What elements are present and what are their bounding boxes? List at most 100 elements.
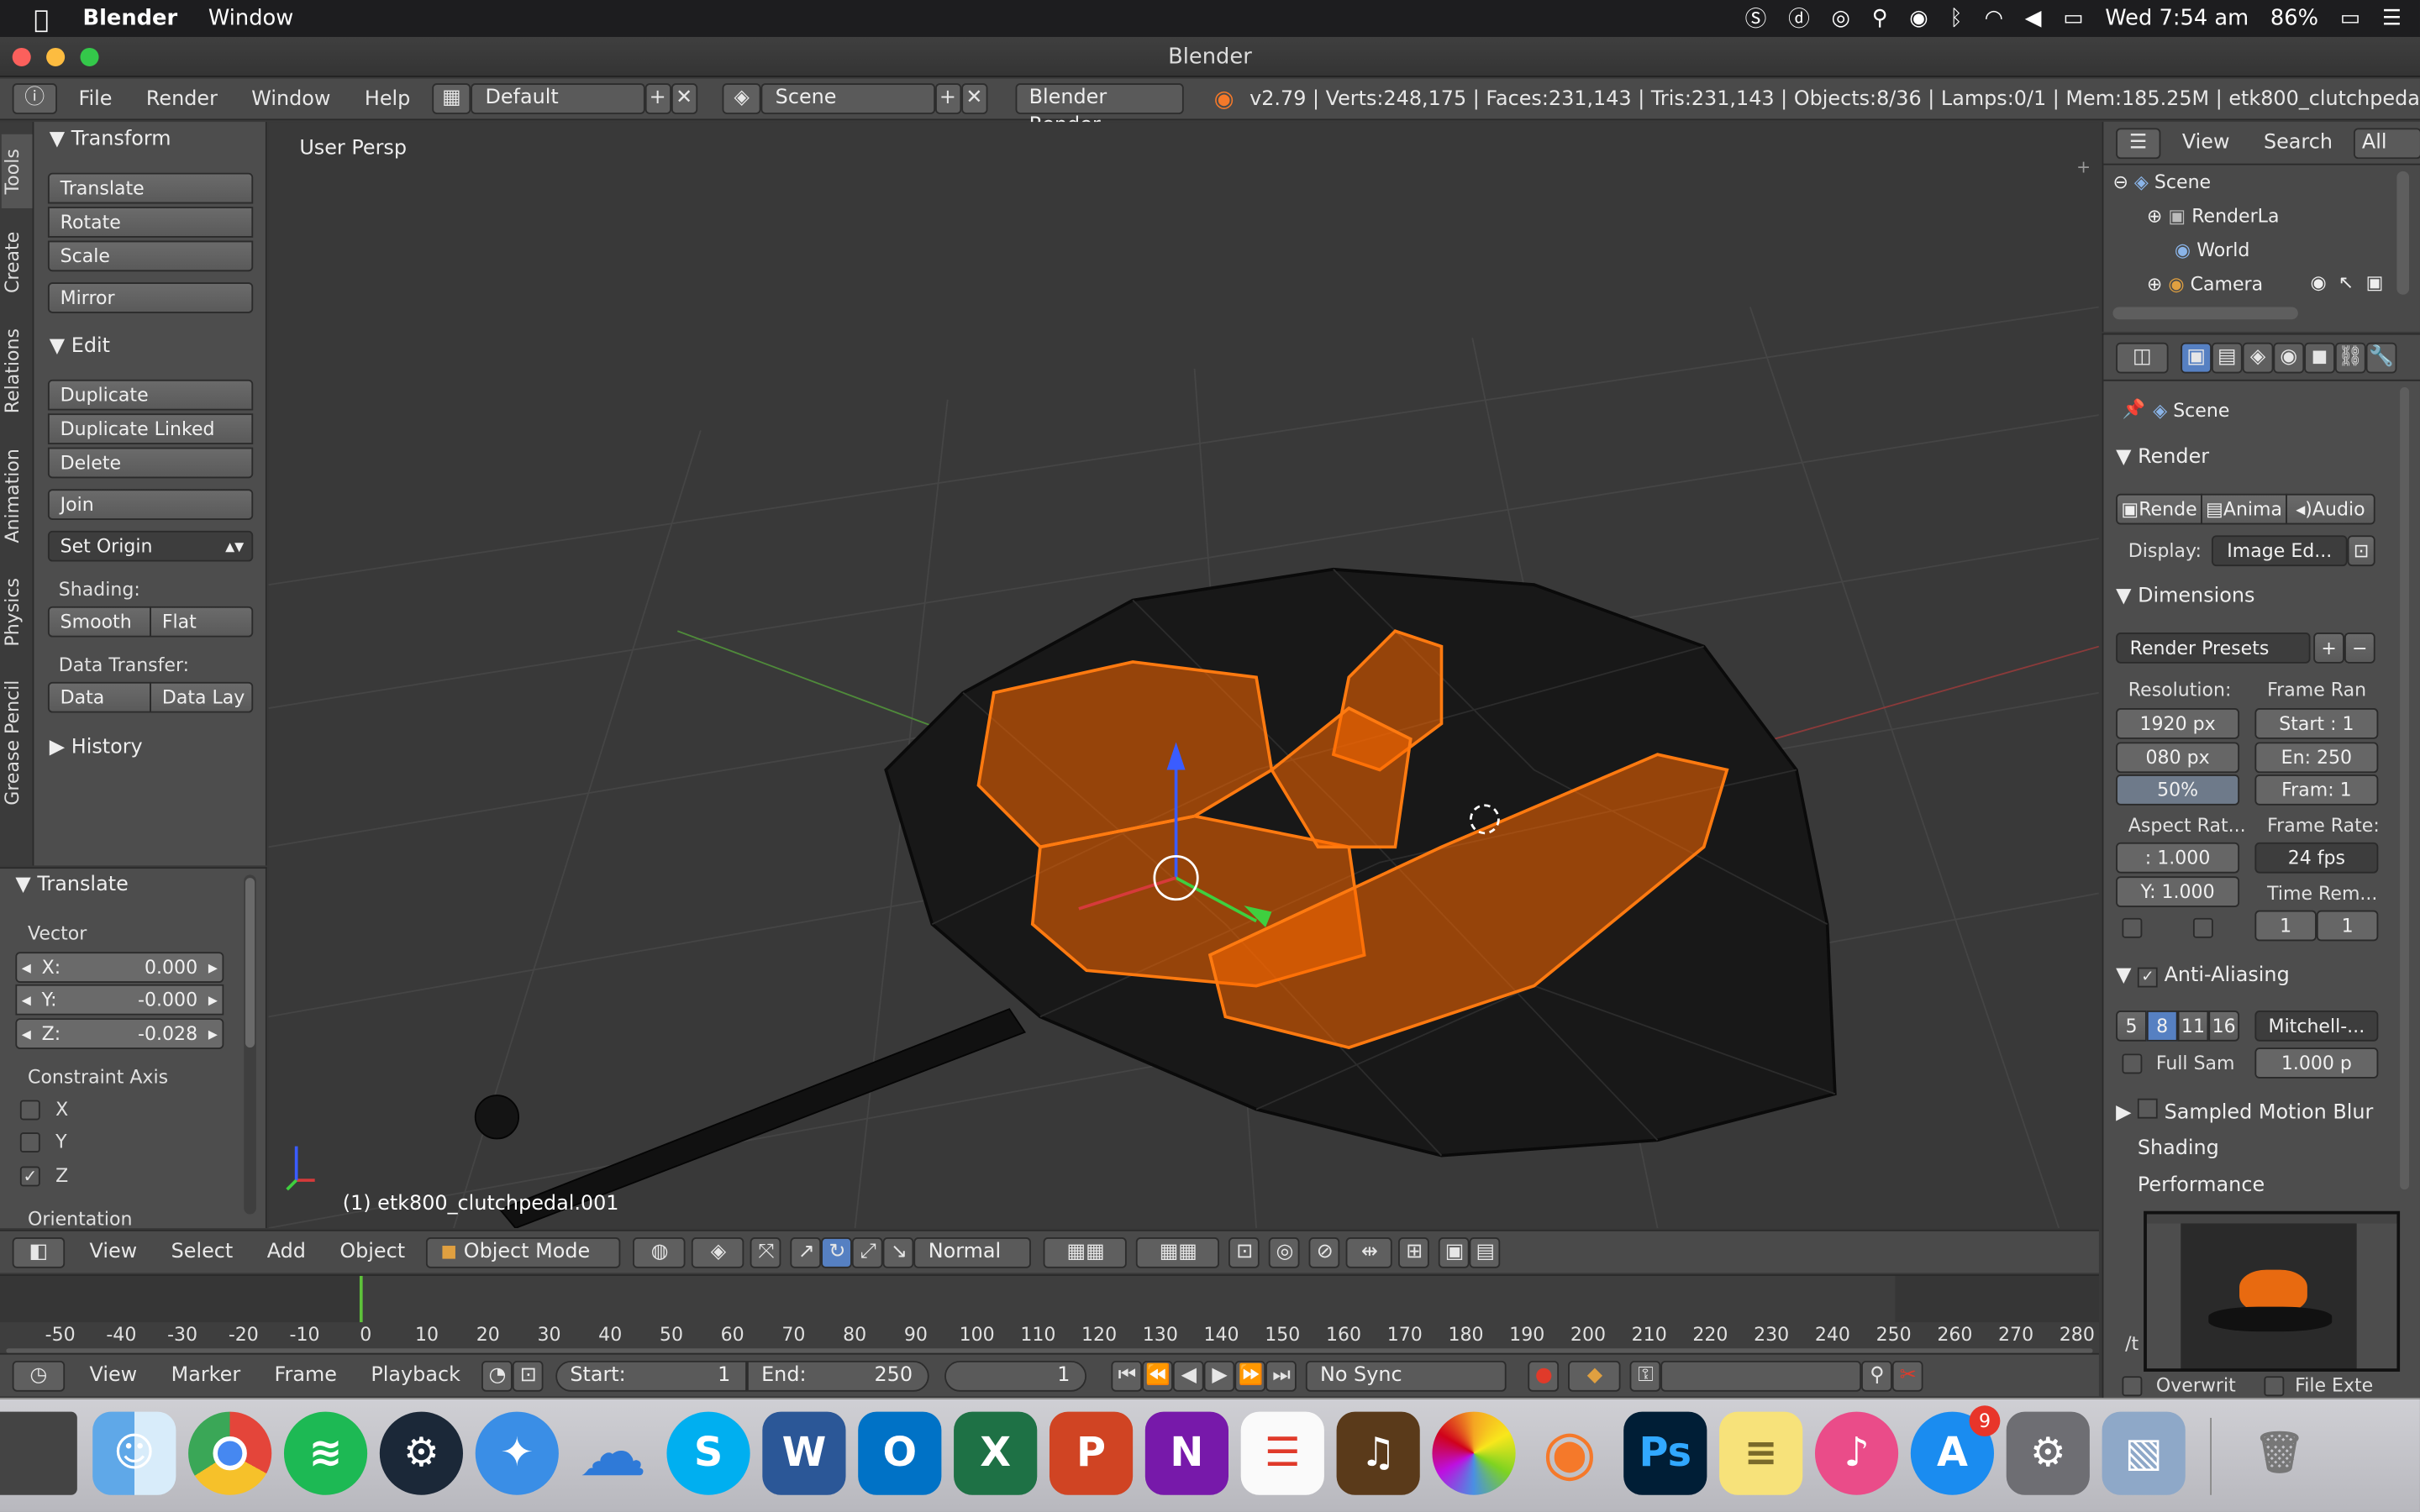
performance-panel-header[interactable]: Performance [2138, 1174, 2265, 1198]
zoom-window-button[interactable] [80, 47, 99, 66]
search-icon[interactable]: ⚲ [1872, 6, 1888, 30]
window-menu[interactable]: Window [208, 6, 293, 30]
battery-percent[interactable]: 86% [2270, 6, 2318, 30]
dimensions-panel-header[interactable]: ▼ Dimensions [2116, 585, 2254, 608]
frame-end-field[interactable]: En: 250 [2254, 742, 2379, 774]
car-body-wireframe[interactable] [884, 567, 1837, 1158]
render-engine-select[interactable]: Blender Render [1015, 83, 1183, 137]
photo-thumbnail-icon[interactable] [0, 1411, 77, 1495]
constraint-z-checkbox[interactable]: ✓ [19, 1166, 40, 1187]
shading-panel-header[interactable]: Shading [2138, 1137, 2219, 1161]
garageband-icon[interactable]: ♫ [1336, 1411, 1420, 1495]
layout-field[interactable]: Default [471, 83, 644, 114]
frame-start-field[interactable]: Start : 1 [2254, 708, 2379, 739]
jump-start-icon[interactable]: ⏮ [1112, 1360, 1143, 1391]
opengl-anim-icon[interactable]: ▤ [1470, 1236, 1502, 1268]
operator-title[interactable]: ▼ Translate [15, 874, 128, 897]
outliner-item-world[interactable]: ◉ World [2175, 239, 2249, 261]
onedrive-icon[interactable]: ☁ [571, 1412, 655, 1495]
start-frame-field[interactable]: Start: 1 [555, 1360, 748, 1391]
vector-z-field[interactable]: ◂ Z: -0.028 ▸ [15, 1018, 224, 1049]
border-checkbox[interactable] [2122, 917, 2143, 938]
full-sample-checkbox[interactable] [2122, 1053, 2143, 1074]
file-extensions-checkbox[interactable] [2264, 1376, 2285, 1397]
play-reverse-icon[interactable]: ◀ [1173, 1360, 1205, 1391]
insert-keyframe-icon[interactable]: ⚲ [1861, 1360, 1893, 1391]
notes-icon[interactable]: ≡ [1719, 1411, 1803, 1495]
clock[interactable]: Wed 7:54 am [2105, 6, 2249, 30]
layers-grid-2[interactable]: ▦▦ [1136, 1236, 1220, 1268]
snap-toggle-icon[interactable]: ⊘ [1309, 1236, 1341, 1268]
mode-select[interactable]: ◼ Object Mode [426, 1236, 622, 1268]
outliner-item-scene[interactable]: ⊖ ◈ Scene [2112, 171, 2211, 193]
add-scene-button[interactable]: + [934, 83, 961, 114]
add-preset-button[interactable]: + [2313, 633, 2344, 664]
view3d-editor-icon[interactable]: ◧ [12, 1236, 66, 1268]
output-path-field[interactable]: /t [2125, 1333, 2139, 1355]
resolution-y-field[interactable]: 080 px [2116, 742, 2240, 774]
spotify-icon[interactable]: ≋ [283, 1411, 368, 1495]
duplicate-button[interactable]: Duplicate [47, 379, 254, 411]
notifications-icon[interactable]: ☰ [2382, 6, 2402, 30]
outliner-item-camera[interactable]: ⊕ ◉ Camera [2147, 273, 2263, 295]
preview-icon[interactable]: ▧ [2102, 1411, 2186, 1495]
battery-icon[interactable]: ▭ [2340, 6, 2360, 30]
timeline-menu-playback[interactable]: Playback [371, 1364, 460, 1388]
view3d-menu-select[interactable]: Select [171, 1241, 234, 1264]
transform-panel-header[interactable]: ▼ Transform [50, 128, 171, 151]
duplicate-linked-button[interactable]: Duplicate Linked [47, 413, 254, 444]
current-frame-marker[interactable] [359, 1275, 363, 1323]
keying-set-field[interactable] [1660, 1360, 1862, 1391]
constraint-x-checkbox[interactable] [19, 1100, 40, 1121]
time-remap-old-field[interactable]: 1 [2254, 910, 2317, 942]
render-presets-select[interactable]: Render Presets [2116, 633, 2311, 664]
word-icon[interactable]: W [762, 1411, 846, 1495]
modifiers-context-icon[interactable]: 🔧 [2365, 341, 2397, 373]
lock-frame-icon[interactable]: ⊡ [513, 1360, 544, 1391]
world-context-icon[interactable]: ◉ [2273, 341, 2305, 373]
flat-button[interactable]: Flat [150, 606, 254, 638]
display-lock-icon[interactable]: ⊡ [2347, 535, 2375, 567]
flag-icon[interactable]: ▭ [2063, 6, 2083, 30]
remove-scene-button[interactable]: ✕ [960, 83, 988, 114]
render-context-icon[interactable]: ▣ [2181, 341, 2212, 373]
render-animation-button[interactable]: ▤Anima [2201, 493, 2287, 525]
render-panel-header[interactable]: ▼ Render [2116, 446, 2209, 470]
overwrite-checkbox[interactable] [2122, 1376, 2143, 1397]
outliner-item-renderlayers[interactable]: ⊕ ▣ RenderLa [2147, 205, 2280, 227]
close-window-button[interactable] [12, 47, 31, 66]
anti-aliasing-panel-header[interactable]: ▼ ✓ Anti-Aliasing [2116, 964, 2290, 988]
aa-size-field[interactable]: 1.000 p [2254, 1047, 2379, 1079]
skype-icon[interactable]: Ⓢ [1745, 3, 1767, 34]
photos-icon[interactable] [1432, 1411, 1516, 1495]
viewport-add-button[interactable]: + [2075, 158, 2093, 177]
onenote-icon[interactable]: N [1144, 1411, 1229, 1495]
keying-icon[interactable]: ⚿ [1630, 1360, 1661, 1391]
window-thumbnail-preview[interactable] [2144, 1210, 2401, 1372]
opengl-render-icon[interactable]: ▣ [1439, 1236, 1470, 1268]
constraints-context-icon[interactable]: ⛓ [2334, 341, 2366, 373]
shifter-knob[interactable] [474, 1095, 520, 1140]
wifi-icon[interactable]: ◠ [1985, 6, 2003, 30]
minimize-window-button[interactable] [46, 47, 66, 66]
aa-samples-16[interactable]: 16 [2208, 1011, 2240, 1042]
layers-grid-1[interactable]: ▦▦ [1044, 1236, 1128, 1268]
render-still-button[interactable]: ▣Rende [2116, 493, 2202, 525]
timeline-menu-view[interactable]: View [90, 1364, 138, 1388]
editor-type-icon[interactable]: ⓘ [12, 83, 57, 114]
end-frame-field[interactable]: End: 250 [747, 1360, 930, 1391]
outliner-menu-search[interactable]: Search [2264, 131, 2333, 155]
constraint-y-checkbox[interactable] [19, 1132, 40, 1153]
aspect-x-field[interactable]: : 1.000 [2116, 842, 2240, 874]
smooth-button[interactable]: Smooth [47, 606, 151, 638]
menu-window[interactable]: Window [251, 87, 330, 111]
finder-icon[interactable]: ☺ [92, 1411, 176, 1495]
outliner-vscroll[interactable] [2396, 171, 2410, 295]
system-preferences-icon[interactable]: ⚙ [2006, 1411, 2090, 1495]
scale-manipulator-icon[interactable]: ⤢ [852, 1236, 884, 1268]
photoshop-icon[interactable]: Ps [1623, 1411, 1707, 1495]
tab-grease-pencil[interactable]: Grease Pencil [2, 668, 33, 816]
display-select[interactable]: Image Ed... [2211, 535, 2348, 567]
viewport-shading-icon[interactable]: ◍ [633, 1236, 687, 1268]
vector-x-field[interactable]: ◂ X: 0.000 ▸ [15, 952, 224, 983]
